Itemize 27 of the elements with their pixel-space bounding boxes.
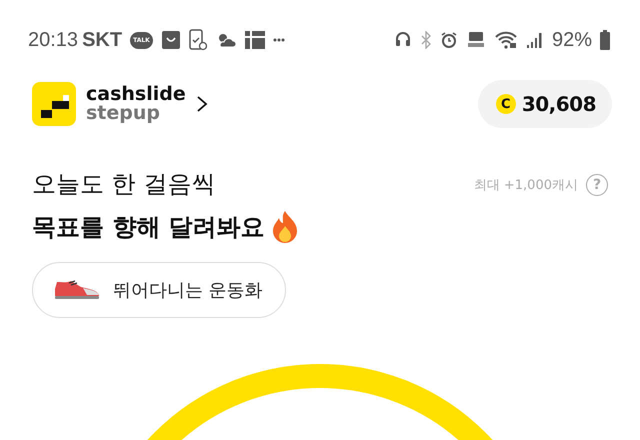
headline-text: 오늘도 한 걸음씩 <box>32 169 216 200</box>
bluetooth-icon <box>420 31 432 49</box>
battery-percent: 92% <box>552 28 592 52</box>
reward-note: 최대 +1,000캐시 <box>474 177 578 194</box>
cash-balance-pill[interactable]: C 30,608 <box>478 80 612 128</box>
hd-voice-icon <box>466 31 486 49</box>
alarm-icon <box>440 31 458 49</box>
fire-icon <box>270 210 299 244</box>
phone-clock-icon <box>188 29 207 51</box>
sneaker-icon <box>53 279 101 301</box>
brand-subname: stepup <box>86 104 162 123</box>
wifi-icon <box>494 31 518 49</box>
headset-icon <box>394 31 412 49</box>
chevron-right-icon[interactable] <box>196 95 208 113</box>
brand-name: cashslide <box>86 85 186 104</box>
bag-icon <box>160 30 181 50</box>
coin-icon: C <box>496 94 516 114</box>
carrier-name: SKT <box>82 28 122 52</box>
cash-balance: 30,608 <box>522 92 596 116</box>
app-logo <box>32 82 76 126</box>
signal-icon <box>526 31 544 49</box>
clock-time: 20:13 <box>28 28 78 52</box>
battery-icon <box>600 30 610 50</box>
more-icon <box>272 38 285 42</box>
item-chip[interactable]: 뛰어다니는 운동화 <box>32 262 286 318</box>
headline-bold-text: 목표를 향해 달려봐요 <box>32 212 265 243</box>
layout-icon <box>244 31 265 49</box>
